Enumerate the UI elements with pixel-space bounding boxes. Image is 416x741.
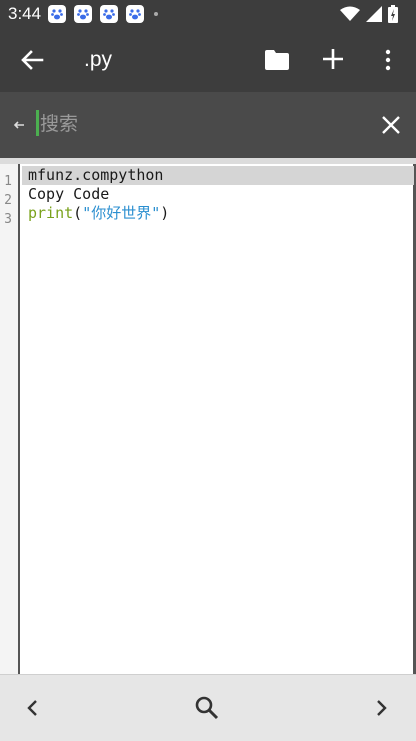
system-icons xyxy=(340,5,398,23)
search-bar xyxy=(0,92,416,158)
editor-top-border xyxy=(0,158,416,164)
baidu-paw-icon xyxy=(74,5,92,23)
code-line-1[interactable]: mfunz.compython xyxy=(22,166,414,185)
wifi-icon xyxy=(340,6,360,21)
notification-icons xyxy=(48,5,158,23)
search-icon[interactable] xyxy=(194,695,220,721)
code-token-paren: ( xyxy=(73,204,83,222)
status-bar: 3:44 xyxy=(0,0,416,28)
file-title: .py xyxy=(84,48,113,71)
bottom-navigation-bar xyxy=(0,674,416,741)
baidu-paw-icon xyxy=(126,5,144,23)
more-notifications-dot xyxy=(154,12,158,16)
close-icon[interactable] xyxy=(380,114,402,136)
search-back-arrow-icon[interactable] xyxy=(12,118,26,132)
line-number: 1 xyxy=(4,174,12,189)
code-token-string: "你好世界" xyxy=(82,204,161,222)
signal-icon xyxy=(366,6,382,22)
battery-icon xyxy=(388,5,398,23)
code-line-3[interactable]: print("你好世界") xyxy=(28,204,169,223)
plus-icon[interactable] xyxy=(320,46,346,72)
app-toolbar: .py xyxy=(0,28,416,92)
line-number: 3 xyxy=(4,212,12,227)
chevron-right-icon[interactable] xyxy=(372,697,390,719)
line-number-gutter: 1 2 3 xyxy=(0,164,20,674)
code-line-2[interactable]: Copy Code xyxy=(28,185,109,204)
code-token-paren: ) xyxy=(160,204,170,222)
line-number: 2 xyxy=(4,193,12,208)
baidu-paw-icon xyxy=(48,5,66,23)
folder-icon[interactable] xyxy=(264,48,290,72)
search-input[interactable] xyxy=(40,110,360,138)
status-time: 3:44 xyxy=(8,4,42,23)
back-arrow-icon[interactable] xyxy=(18,46,46,74)
code-editor[interactable]: 1 2 3 mfunz.compython Copy Code print("你… xyxy=(0,158,416,674)
text-cursor xyxy=(36,110,39,136)
code-token-function: print xyxy=(28,204,74,222)
chevron-left-icon[interactable] xyxy=(24,697,42,719)
more-vert-icon[interactable] xyxy=(378,46,398,74)
baidu-paw-icon xyxy=(100,5,118,23)
